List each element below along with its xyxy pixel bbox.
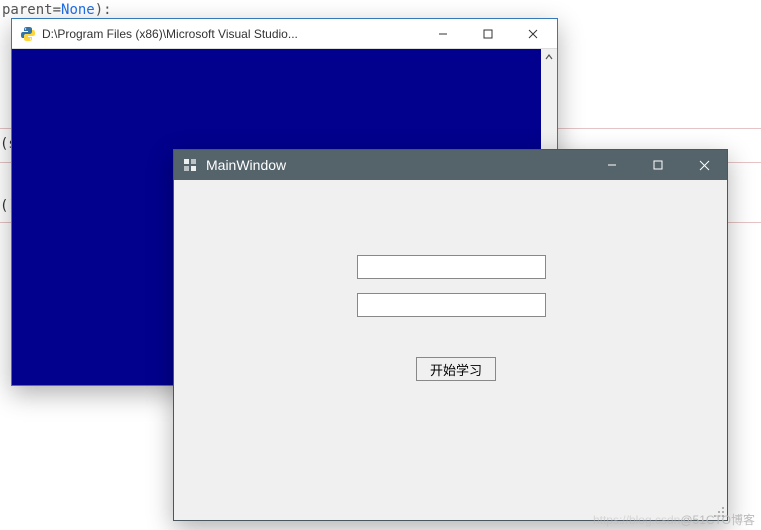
main-title: MainWindow	[206, 157, 589, 173]
console-titlebar[interactable]: D:\Program Files (x86)\Microsoft Visual …	[12, 19, 557, 49]
scroll-up-icon[interactable]	[541, 49, 557, 65]
close-button[interactable]	[510, 20, 555, 48]
close-button[interactable]	[681, 150, 727, 180]
maximize-button[interactable]	[465, 20, 510, 48]
python-icon	[20, 26, 36, 42]
main-titlebar[interactable]: MainWindow	[174, 150, 727, 180]
text-input-1[interactable]	[357, 255, 546, 279]
main-window: MainWindow 开始学习	[173, 149, 728, 521]
console-title: D:\Program Files (x86)\Microsoft Visual …	[42, 27, 420, 41]
watermark: https://blog.csdn@51CTO博客	[593, 511, 755, 528]
minimize-button[interactable]	[420, 20, 465, 48]
code-text: parent=None):	[2, 2, 112, 18]
maximize-button[interactable]	[635, 150, 681, 180]
minimize-button[interactable]	[589, 150, 635, 180]
main-client-area: 开始学习	[174, 180, 727, 520]
start-learning-button[interactable]: 开始学习	[416, 357, 496, 381]
app-icon	[182, 157, 198, 173]
text-input-2[interactable]	[357, 293, 546, 317]
